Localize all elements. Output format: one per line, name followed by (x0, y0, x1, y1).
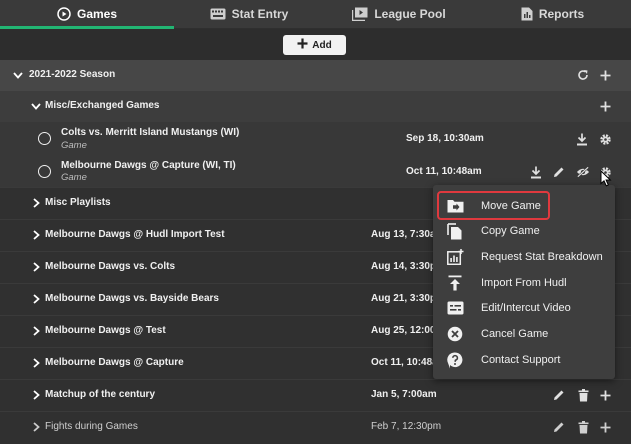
list-item-label: Fights during Games (45, 421, 138, 432)
game-row[interactable]: Melbourne Dawgs @ Capture (WI, TI) Game … (0, 156, 631, 188)
season-row[interactable]: 2021-2022 Season (0, 60, 631, 91)
menu-item-request-stat-breakdown[interactable]: Request Stat Breakdown (433, 244, 615, 270)
list-item[interactable]: Matchup of the century Jan 5, 7:00am (0, 379, 631, 412)
highlight-box (437, 191, 550, 220)
game-title: Melbourne Dawgs @ Capture (WI, TI) (61, 160, 236, 171)
tab-league-pool[interactable]: League Pool (324, 0, 474, 28)
game-type: Game (61, 140, 87, 151)
list-item-date: Oct 11, 10:48a (371, 357, 438, 368)
list-item-date: Feb 7, 12:30pm (371, 421, 442, 432)
list-item[interactable]: Fights during Games Feb 7, 12:30pm (0, 411, 631, 444)
menu-item-label: Cancel Game (481, 328, 549, 340)
menu-item-edit-intercut-video[interactable]: Edit/Intercut Video (433, 295, 615, 321)
game-row[interactable]: Colts vs. Merritt Island Mustangs (WI) G… (0, 122, 631, 156)
chevron-right-icon[interactable] (31, 230, 41, 240)
pencil-icon[interactable] (552, 165, 566, 179)
pencil-icon[interactable] (552, 388, 566, 402)
pencil-icon[interactable] (552, 420, 566, 434)
tab-stat-entry[interactable]: Stat Entry (174, 0, 324, 28)
play-circle-icon (57, 7, 71, 21)
chevron-right-icon[interactable] (31, 390, 41, 400)
tab-reports-label: Reports (538, 7, 585, 21)
list-item-label: Melbourne Dawgs @ Capture (45, 357, 184, 368)
add-button-label: Add (312, 39, 332, 51)
list-item-label: Melbourne Dawgs @ Test (45, 325, 166, 336)
chevron-right-icon[interactable] (31, 294, 41, 304)
menu-item-import-from-hudl[interactable]: Import From Hudl (433, 270, 615, 296)
list-item-date: Aug 25, 12:00p (371, 325, 442, 336)
chevron-right-icon[interactable] (31, 198, 41, 208)
game-type: Game (61, 172, 87, 183)
keyboard-icon (210, 8, 226, 20)
subgroup-row[interactable]: Misc/Exchanged Games (0, 91, 631, 122)
chevron-down-icon[interactable] (13, 70, 23, 80)
import-icon (446, 274, 464, 292)
tab-games-label: Games (76, 7, 118, 21)
menu-item-contact-support[interactable]: Contact Support (433, 347, 615, 373)
add-icon[interactable] (598, 99, 612, 113)
tab-stat-entry-label: Stat Entry (231, 7, 289, 21)
game-date: Sep 18, 10:30am (406, 133, 484, 144)
copy-icon (446, 222, 464, 240)
menu-item-label: Contact Support (481, 354, 561, 366)
subgroup-label: Misc/Exchanged Games (45, 100, 160, 111)
list-item-date: Aug 14, 3:30p (371, 261, 437, 272)
add-icon[interactable] (598, 388, 612, 402)
trash-icon[interactable] (576, 388, 590, 402)
list-item-date: Aug 21, 3:30p (371, 293, 437, 304)
menu-item-copy-game[interactable]: Copy Game (433, 218, 615, 244)
report-icon (521, 7, 533, 21)
plus-icon (297, 38, 308, 52)
support-icon (446, 351, 464, 369)
subtitles-icon (446, 299, 464, 317)
menu-item-label: Copy Game (481, 225, 540, 237)
chevron-down-icon[interactable] (31, 101, 41, 111)
chevron-right-icon[interactable] (31, 326, 41, 336)
select-radio[interactable] (38, 165, 51, 178)
add-button[interactable]: Add (283, 35, 346, 55)
cancel-icon (446, 325, 464, 343)
tab-games[interactable]: Games (0, 0, 174, 28)
game-title: Colts vs. Merritt Island Mustangs (WI) (61, 127, 240, 138)
menu-item-label: Import From Hudl (481, 277, 567, 289)
add-icon[interactable] (598, 420, 612, 434)
menu-item-label: Request Stat Breakdown (481, 251, 603, 263)
mouse-cursor-icon (600, 169, 612, 190)
season-label: 2021-2022 Season (29, 69, 116, 80)
chevron-right-icon[interactable] (31, 262, 41, 272)
refresh-icon[interactable] (576, 68, 590, 82)
chevron-right-icon[interactable] (31, 422, 41, 432)
list-item-label: Misc Playlists (45, 197, 111, 208)
menu-item-label: Edit/Intercut Video (481, 302, 571, 314)
list-item-date: Jan 5, 7:00am (371, 389, 437, 400)
menu-item-cancel-game[interactable]: Cancel Game (433, 321, 615, 347)
top-tab-bar: Games Stat Entry League Pool Reports (0, 0, 631, 29)
gear-icon[interactable] (598, 132, 612, 146)
game-date: Oct 11, 10:48am (406, 166, 482, 177)
download-icon[interactable] (575, 132, 589, 146)
chevron-right-icon[interactable] (31, 358, 41, 368)
trash-icon[interactable] (576, 420, 590, 434)
visibility-off-icon[interactable] (576, 165, 590, 179)
list-item-label: Melbourne Dawgs vs. Colts (45, 261, 176, 272)
stat-breakdown-icon (446, 248, 464, 266)
video-library-icon (352, 7, 368, 21)
select-radio[interactable] (38, 132, 51, 145)
list-item-label: Melbourne Dawgs @ Hudl Import Test (45, 229, 225, 240)
tab-league-pool-label: League Pool (374, 7, 446, 21)
add-icon[interactable] (598, 68, 612, 82)
download-icon[interactable] (529, 165, 543, 179)
tab-reports[interactable]: Reports (474, 0, 631, 28)
list-item-label: Matchup of the century (45, 389, 156, 400)
list-item-label: Melbourne Dawgs vs. Bayside Bears (45, 293, 219, 304)
list-item-date: Aug 13, 7:30a (371, 229, 436, 240)
